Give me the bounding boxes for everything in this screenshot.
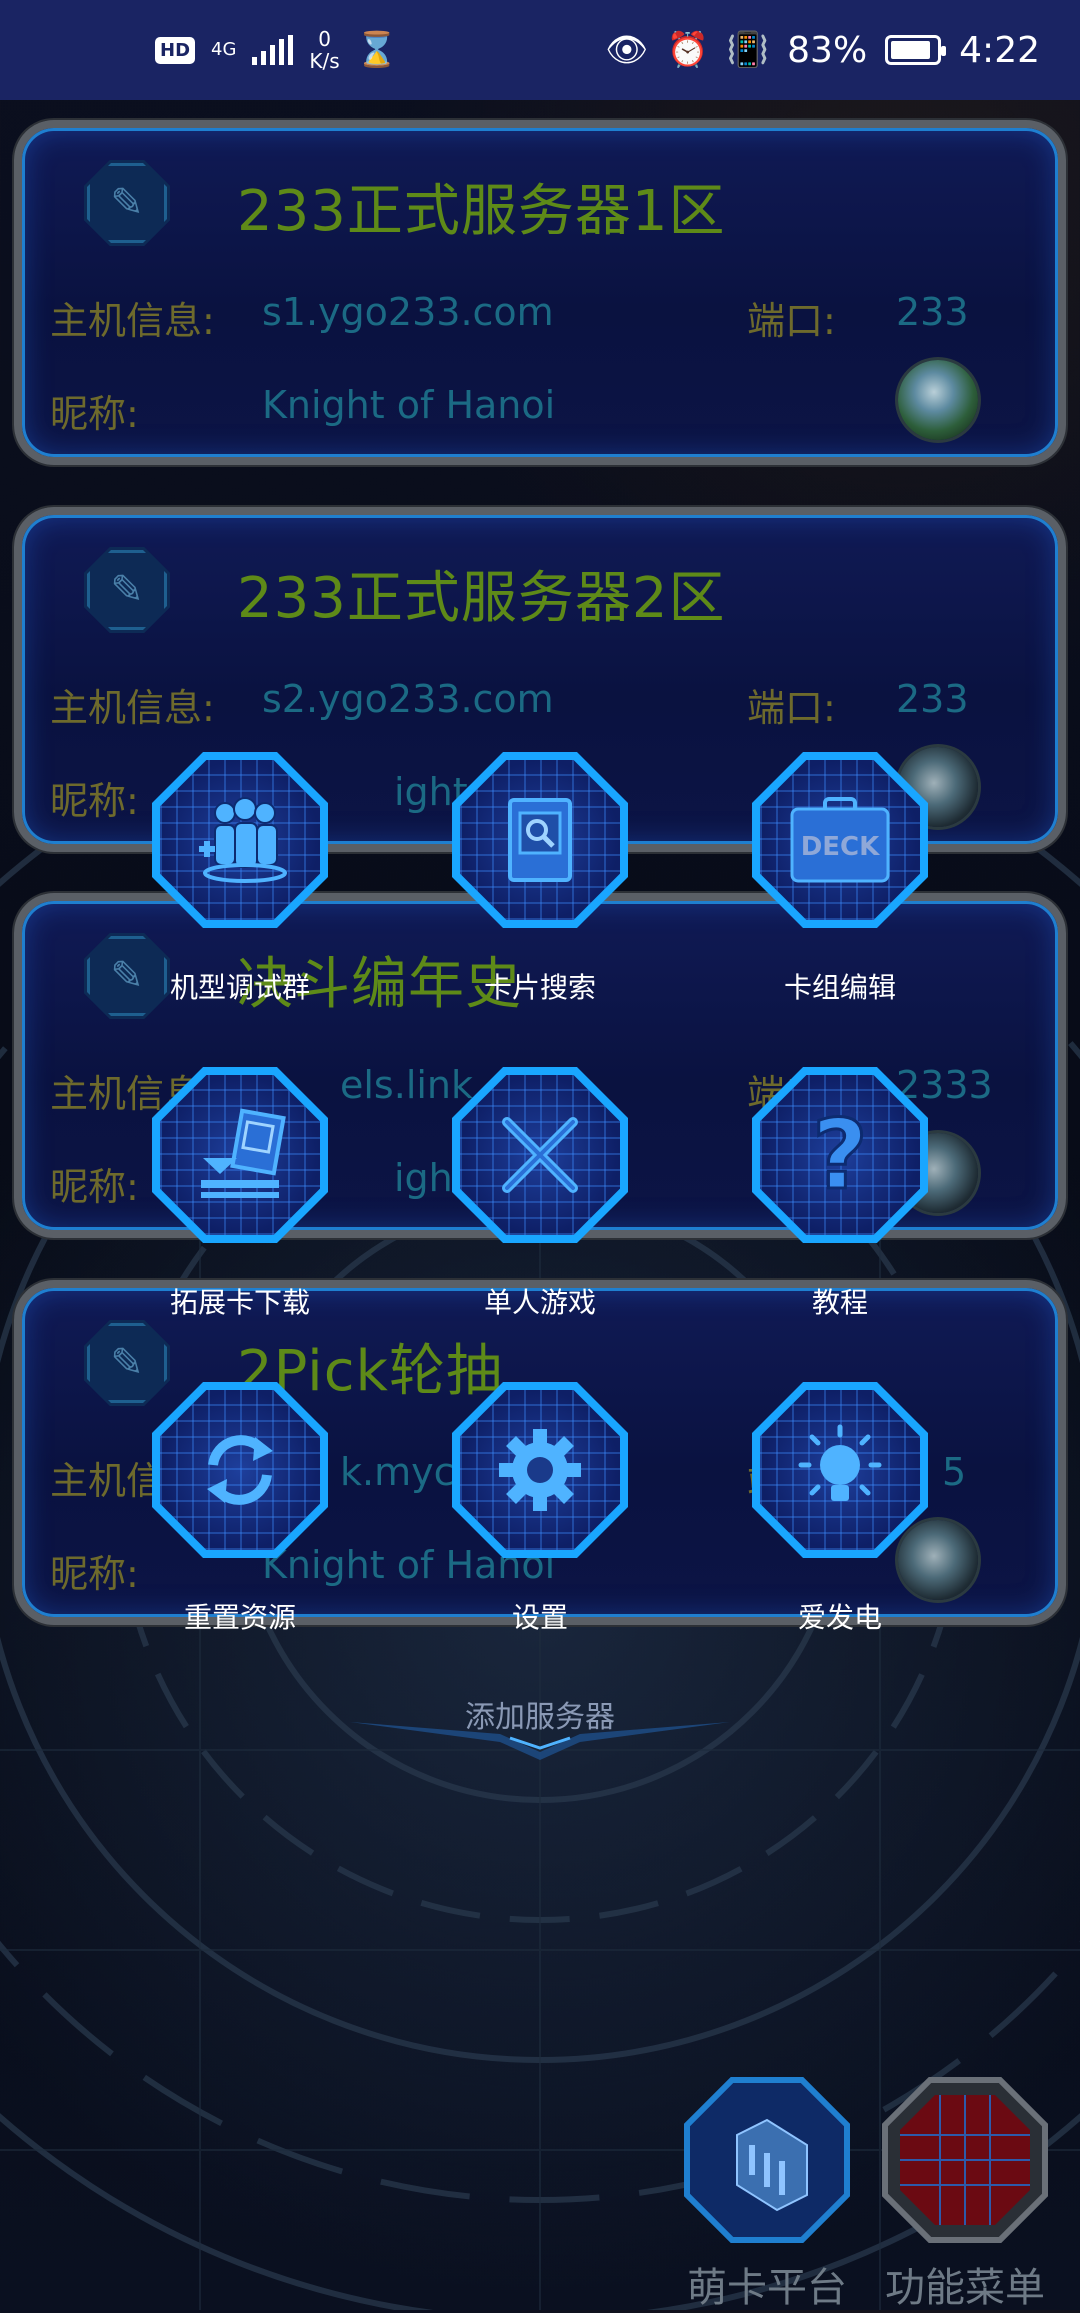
lightbulb-icon <box>798 1424 882 1501</box>
platform-label: 萌卡平台 <box>687 2265 847 2311</box>
refresh-icon <box>207 1435 273 1505</box>
menu-item-card-search[interactable]: 卡片搜索 <box>440 752 640 1004</box>
crossed-swords-icon <box>502 1117 578 1193</box>
question-icon: ? <box>811 1100 870 1210</box>
platform-icon <box>684 2077 850 2243</box>
menu-item-label: 爱发电 <box>797 1601 882 1634</box>
menu-item-label: 重置资源 <box>183 1601 296 1634</box>
deck-icon: DECK <box>790 797 890 883</box>
card-download-icon <box>201 1108 286 1198</box>
menu-item-reset-resources[interactable]: 重置资源 <box>140 1382 340 1634</box>
add-server-label: 添加服务器 <box>465 1700 615 1735</box>
platform-button[interactable]: 萌卡平台 <box>682 2075 852 2311</box>
menu-item-single-player[interactable]: 单人游戏 <box>440 1067 640 1319</box>
menu-item-label: 拓展卡下载 <box>169 1286 310 1319</box>
menu-item-label: 教程 <box>811 1286 868 1319</box>
menu-item-card-download[interactable]: 拓展卡下载 <box>140 1067 340 1319</box>
menu-item-settings[interactable]: 设置 <box>440 1382 640 1634</box>
menu-item-tutorial[interactable]: ? 教程 <box>740 1067 940 1319</box>
svg-text:DECK: DECK <box>801 832 880 862</box>
function-menu-button[interactable]: 功能菜单 <box>880 2075 1050 2311</box>
group-add-icon <box>199 797 287 883</box>
menu-item-label: 单人游戏 <box>483 1286 596 1319</box>
gear-icon <box>499 1429 581 1511</box>
menu-item-afdian[interactable]: 爱发电 <box>740 1382 940 1634</box>
menu-item-debug-group[interactable]: 机型调试群 <box>140 752 340 1004</box>
card-search-icon <box>508 798 572 882</box>
menu-item-label: 机型调试群 <box>169 971 310 1004</box>
function-menu-label: 功能菜单 <box>885 2265 1045 2311</box>
menu-item-label: 设置 <box>511 1601 568 1634</box>
function-menu: 机型调试群 卡片搜索 DECK 卡组编辑 拓展卡下载 单人游戏 ? 教程 重置资… <box>0 0 1080 2310</box>
svg-text:?: ? <box>812 1100 868 1210</box>
menu-item-label: 卡组编辑 <box>783 971 896 1004</box>
menu-item-label: 卡片搜索 <box>483 971 596 1004</box>
add-server-button[interactable]: 添加服务器 <box>350 1690 730 1760</box>
function-menu-icon <box>882 2077 1048 2243</box>
menu-item-deck-edit[interactable]: DECK 卡组编辑 <box>740 752 940 1004</box>
